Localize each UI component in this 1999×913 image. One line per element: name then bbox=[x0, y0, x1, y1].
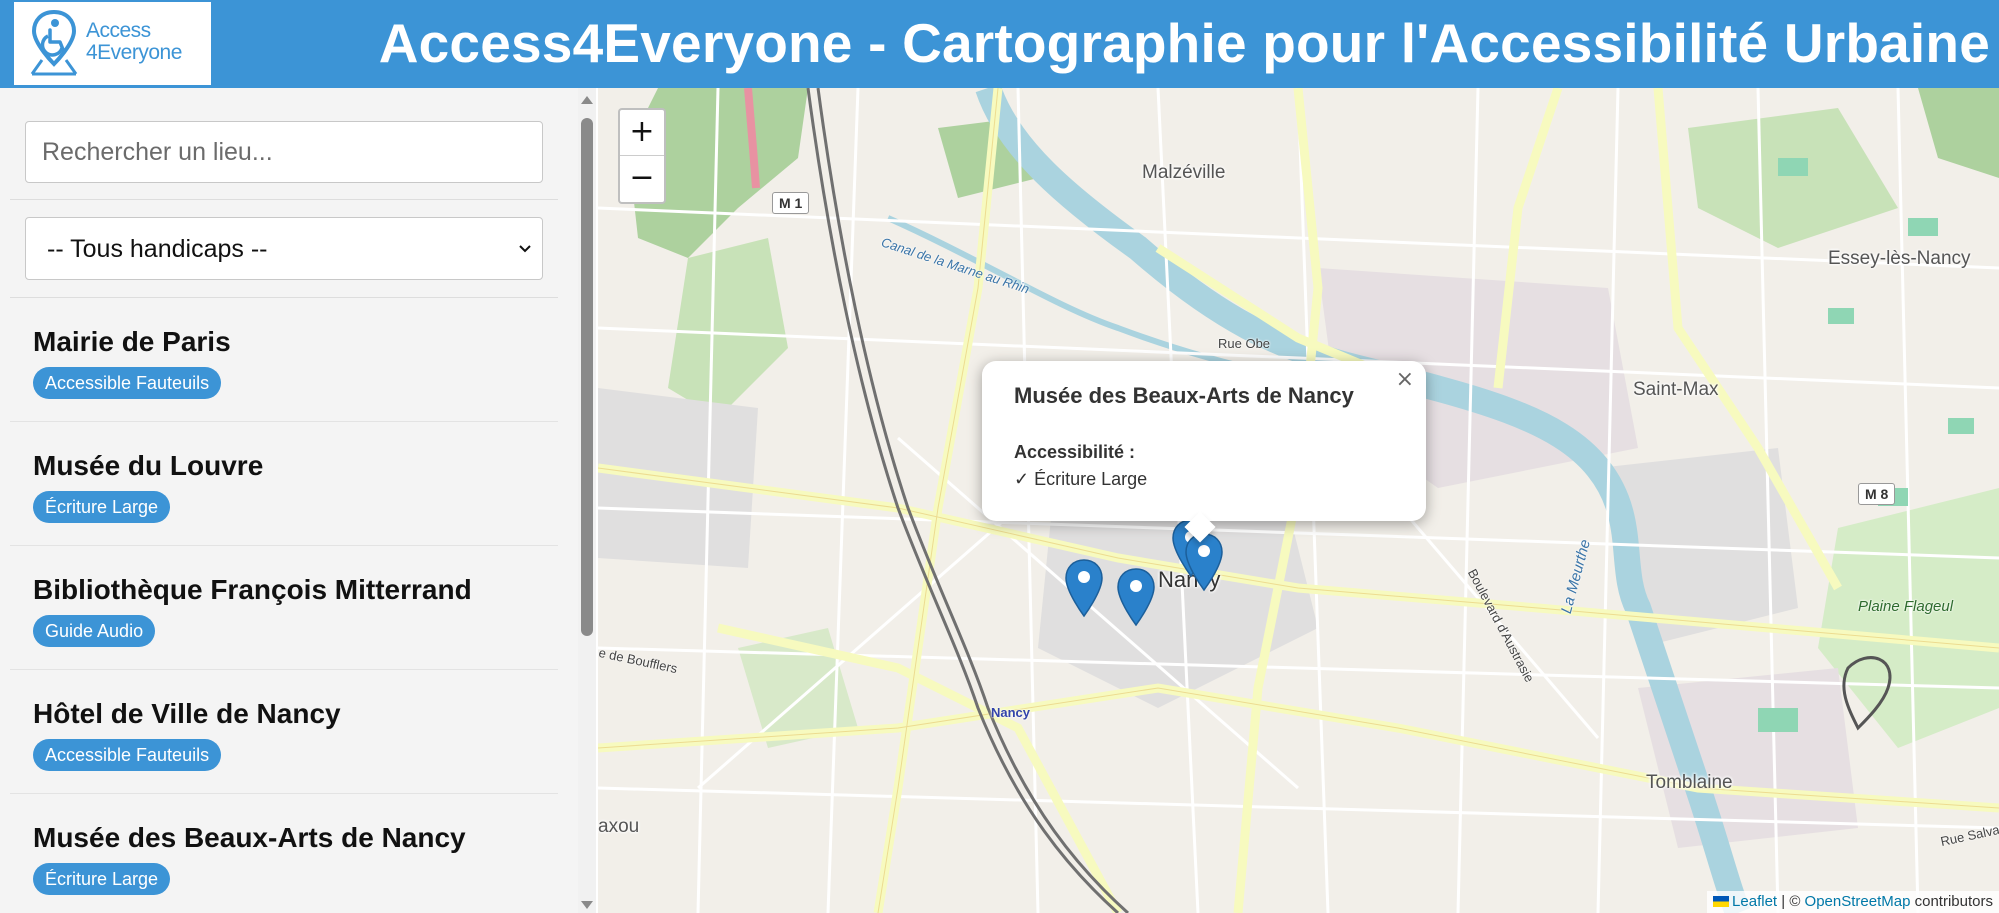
place-name: Mairie de Paris bbox=[33, 326, 231, 357]
scroll-thumb[interactable] bbox=[581, 118, 593, 636]
app-header: Access 4Everyone Access4Everyone - Carto… bbox=[0, 0, 1999, 88]
ukraine-flag-icon bbox=[1713, 896, 1730, 907]
zoom-out-button[interactable]: − bbox=[620, 156, 664, 202]
attribution-separator: | © bbox=[1777, 893, 1805, 910]
marker-popup: Musée des Beaux-Arts de Nancy × Accessib… bbox=[982, 361, 1426, 543]
chevron-down-icon bbox=[519, 245, 531, 253]
close-icon[interactable]: × bbox=[1396, 367, 1414, 392]
map-label-rue-obe: Rue Obe bbox=[1218, 336, 1271, 351]
accessibility-pin-logo-icon bbox=[30, 9, 78, 76]
popup-accessibility-feature: ✓ Écriture Large bbox=[1014, 469, 1148, 489]
sidebar-scrollbar[interactable] bbox=[578, 88, 596, 913]
zoom-in-button[interactable]: + bbox=[620, 110, 664, 156]
place-name: Hôtel de Ville de Nancy bbox=[33, 698, 341, 729]
place-name: Musée des Beaux-Arts de Nancy bbox=[33, 822, 466, 853]
road-shield-m8: M 8 bbox=[1858, 483, 1896, 505]
map-marker-icon[interactable] bbox=[1184, 532, 1224, 592]
road-shield-m1: M 1 bbox=[772, 192, 810, 214]
accessibility-badge: Écriture Large bbox=[33, 863, 171, 895]
map-label-plaine-flageul: Plaine Flageul bbox=[1858, 598, 1954, 615]
popup-accessibility-label: Accessibilité : bbox=[1014, 442, 1136, 462]
map-label-saint-max: Saint-Max bbox=[1633, 379, 1719, 400]
popup-title: Musée des Beaux-Arts de Nancy bbox=[1014, 383, 1354, 408]
logo[interactable]: Access 4Everyone bbox=[14, 2, 211, 85]
sidebar: -- Tous handicaps -- Mairie de Paris Acc… bbox=[0, 88, 578, 913]
map-label-nancy-station: Nancy bbox=[991, 705, 1031, 720]
logo-line-1: Access bbox=[86, 19, 151, 42]
filter-selected-value: -- Tous handicaps -- bbox=[47, 235, 268, 263]
map-marker-icon[interactable] bbox=[1116, 567, 1156, 627]
map-marker-icon[interactable] bbox=[1064, 558, 1104, 618]
list-item[interactable]: Mairie de Paris Accessible Fauteuils bbox=[10, 298, 558, 422]
search-section bbox=[10, 88, 558, 200]
map-label-laxou: axou bbox=[598, 816, 640, 837]
accessibility-badge: Guide Audio bbox=[33, 615, 156, 647]
map-label-malzeville: Malzéville bbox=[1142, 162, 1226, 183]
map-attribution: Leaflet | © OpenStreetMap contributors bbox=[1707, 891, 1999, 913]
accessibility-badge: Accessible Fauteuils bbox=[33, 367, 222, 399]
map-label-tomblaine: Tomblaine bbox=[1646, 772, 1733, 793]
list-item[interactable]: Musée du Louvre Écriture Large bbox=[10, 422, 558, 546]
openstreetmap-link[interactable]: OpenStreetMap bbox=[1805, 893, 1911, 910]
place-name: Musée du Louvre bbox=[33, 450, 264, 481]
leaflet-link[interactable]: Leaflet bbox=[1732, 893, 1777, 910]
disability-filter-select[interactable]: -- Tous handicaps -- bbox=[25, 217, 543, 280]
list-item[interactable]: Bibliothèque François Mitterrand Guide A… bbox=[10, 546, 558, 670]
logo-line-2: 4Everyone bbox=[86, 41, 182, 64]
zoom-control: + − bbox=[618, 108, 666, 204]
scroll-up-arrow-icon[interactable] bbox=[581, 96, 593, 104]
place-name: Bibliothèque François Mitterrand bbox=[33, 574, 472, 605]
map[interactable]: Malzéville Essey-lès-Nancy Saint-Max Nan… bbox=[598, 88, 1999, 913]
list-item[interactable]: Hôtel de Ville de Nancy Accessible Faute… bbox=[10, 670, 558, 794]
list-item[interactable]: Musée des Beaux-Arts de Nancy Écriture L… bbox=[10, 794, 558, 913]
search-input[interactable] bbox=[25, 121, 543, 183]
attribution-suffix: contributors bbox=[1910, 893, 1993, 910]
place-list: Mairie de Paris Accessible Fauteuils Mus… bbox=[10, 298, 558, 913]
scroll-down-arrow-icon[interactable] bbox=[581, 901, 593, 909]
page-title: Access4Everyone - Cartographie pour l'Ac… bbox=[378, 12, 1990, 74]
filter-section: -- Tous handicaps -- bbox=[10, 200, 558, 298]
map-label-essey: Essey-lès-Nancy bbox=[1828, 248, 1971, 269]
accessibility-badge: Écriture Large bbox=[33, 491, 171, 523]
accessibility-badge: Accessible Fauteuils bbox=[33, 739, 222, 771]
logo-text: Access 4Everyone bbox=[86, 20, 182, 64]
